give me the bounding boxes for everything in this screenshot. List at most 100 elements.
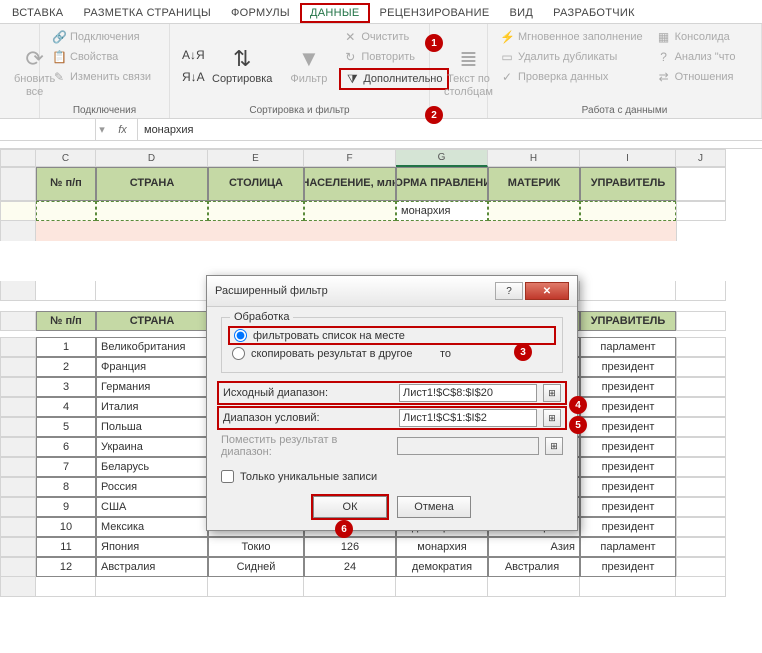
cell[interactable]: президент bbox=[580, 357, 676, 377]
cell[interactable]: 6 bbox=[36, 437, 96, 457]
criteria-cell[interactable] bbox=[208, 201, 304, 221]
cell[interactable]: 12 bbox=[36, 557, 96, 577]
sort-button[interactable]: ⇅Сортировка bbox=[206, 28, 278, 103]
tab-data[interactable]: ДАННЫЕ bbox=[300, 3, 370, 23]
criteria-header[interactable]: № п/п bbox=[36, 167, 96, 201]
radio-copy-to[interactable]: скопировать результат в другое то 3 bbox=[232, 345, 552, 362]
cell[interactable]: 3 bbox=[36, 377, 96, 397]
cell[interactable]: президент bbox=[580, 377, 676, 397]
fx-button[interactable]: fx bbox=[108, 119, 138, 140]
cell[interactable]: Токио bbox=[208, 537, 304, 557]
relationships-button[interactable]: ⇄Отношения bbox=[653, 68, 740, 86]
cell[interactable]: 24 bbox=[304, 557, 396, 577]
cell[interactable]: 7 bbox=[36, 457, 96, 477]
cell[interactable]: Германия bbox=[96, 377, 208, 397]
cell[interactable]: 4 bbox=[36, 397, 96, 417]
dialog-help-button[interactable]: ? bbox=[495, 282, 523, 300]
cell[interactable]: Мексика bbox=[96, 517, 208, 537]
cell[interactable]: президент bbox=[580, 517, 676, 537]
tab-formulas[interactable]: ФОРМУЛЫ bbox=[221, 3, 300, 23]
cell[interactable]: демократия bbox=[396, 557, 488, 577]
name-box-dropdown[interactable]: ▾ bbox=[96, 123, 108, 136]
cell[interactable]: Италия bbox=[96, 397, 208, 417]
cell[interactable]: Польша bbox=[96, 417, 208, 437]
unique-checkbox[interactable] bbox=[221, 470, 234, 483]
cell[interactable]: президент bbox=[580, 477, 676, 497]
connections-button[interactable]: 🔗Подключения bbox=[48, 28, 155, 46]
tab-review[interactable]: РЕЦЕНЗИРОВАНИЕ bbox=[370, 3, 500, 23]
data-validation-button[interactable]: ✓Проверка данных bbox=[496, 68, 647, 86]
cell[interactable]: Франция bbox=[96, 357, 208, 377]
what-if-button[interactable]: ?Анализ "что bbox=[653, 48, 740, 66]
criteria-header[interactable]: УПРАВИТЕЛЬ bbox=[580, 167, 676, 201]
criteria-header[interactable]: СТОЛИЦА bbox=[208, 167, 304, 201]
cell[interactable]: парламент bbox=[580, 537, 676, 557]
table-header[interactable]: СТРАНА bbox=[96, 311, 208, 331]
cell[interactable]: Великобритания bbox=[96, 337, 208, 357]
dialog-titlebar[interactable]: Расширенный фильтр ? ✕ bbox=[207, 276, 577, 307]
cell[interactable]: 5 bbox=[36, 417, 96, 437]
criteria-cell-active[interactable]: монархия bbox=[396, 201, 488, 221]
ok-button[interactable]: ОК bbox=[313, 496, 387, 518]
cell[interactable]: монархия bbox=[396, 537, 488, 557]
cell[interactable]: Азия bbox=[488, 537, 580, 557]
flash-fill-button[interactable]: ⚡Мгновенное заполнение bbox=[496, 28, 647, 46]
source-range-picker[interactable]: ⊞ bbox=[543, 384, 561, 402]
sort-az-button[interactable]: А↓Я bbox=[178, 46, 200, 64]
col-header-h[interactable]: H bbox=[488, 149, 580, 167]
cell[interactable]: 126 bbox=[304, 537, 396, 557]
criteria-header[interactable]: ФОРМА ПРАВЛЕНИЯ bbox=[396, 167, 488, 201]
formula-input[interactable]: монархия bbox=[138, 119, 762, 140]
cell[interactable]: Россия bbox=[96, 477, 208, 497]
tab-page-layout[interactable]: РАЗМЕТКА СТРАНИЦЫ bbox=[73, 3, 221, 23]
cell[interactable]: 10 bbox=[36, 517, 96, 537]
table-header[interactable]: № п/п bbox=[36, 311, 96, 331]
cell[interactable]: президент bbox=[580, 437, 676, 457]
source-range-input[interactable]: Лист1!$C$8:$I$20 bbox=[399, 384, 537, 402]
cell[interactable]: 2 bbox=[36, 357, 96, 377]
col-header-i[interactable]: I bbox=[580, 149, 676, 167]
cell[interactable]: 9 bbox=[36, 497, 96, 517]
cell[interactable]: президент bbox=[580, 397, 676, 417]
cell[interactable]: 1 bbox=[36, 337, 96, 357]
criteria-cell[interactable] bbox=[96, 201, 208, 221]
tab-view[interactable]: ВИД bbox=[500, 3, 544, 23]
tab-insert[interactable]: ВСТАВКА bbox=[2, 3, 73, 23]
cell[interactable]: Украина bbox=[96, 437, 208, 457]
col-header-f[interactable]: F bbox=[304, 149, 396, 167]
radio-copy-to-input[interactable] bbox=[232, 347, 245, 360]
cancel-button[interactable]: Отмена bbox=[397, 496, 471, 518]
criteria-header[interactable]: НАСЕЛЕНИЕ, млн bbox=[304, 167, 396, 201]
dialog-close-button[interactable]: ✕ bbox=[525, 282, 569, 300]
cell[interactable]: 8 bbox=[36, 477, 96, 497]
col-header-j[interactable]: J bbox=[676, 149, 726, 167]
filter-button[interactable]: ▼Фильтр bbox=[284, 28, 333, 103]
criteria-cell[interactable] bbox=[36, 201, 96, 221]
criteria-range-input[interactable]: Лист1!$C$1:$I$2 bbox=[399, 409, 537, 427]
cell[interactable]: США bbox=[96, 497, 208, 517]
radio-filter-in-place[interactable]: фильтровать список на месте bbox=[228, 326, 556, 345]
criteria-cell[interactable] bbox=[304, 201, 396, 221]
tab-developer[interactable]: РАЗРАБОТЧИК bbox=[543, 3, 645, 23]
col-header-d[interactable]: D bbox=[96, 149, 208, 167]
cell[interactable]: Япония bbox=[96, 537, 208, 557]
remove-duplicates-button[interactable]: ▭Удалить дубликаты bbox=[496, 48, 647, 66]
criteria-header[interactable]: СТРАНА bbox=[96, 167, 208, 201]
name-box[interactable] bbox=[0, 119, 96, 140]
unique-row[interactable]: Только уникальные записи bbox=[221, 467, 563, 486]
cell[interactable]: Беларусь bbox=[96, 457, 208, 477]
consolidate-button[interactable]: ▦Консолида bbox=[653, 28, 740, 46]
criteria-cell[interactable] bbox=[488, 201, 580, 221]
properties-button[interactable]: 📋Свойства bbox=[48, 48, 155, 66]
edit-links-button[interactable]: ✎Изменить связи bbox=[48, 68, 155, 86]
cell[interactable]: Австралия bbox=[96, 557, 208, 577]
criteria-header[interactable]: МАТЕРИК bbox=[488, 167, 580, 201]
cell[interactable]: президент bbox=[580, 497, 676, 517]
cell[interactable]: Сидней bbox=[208, 557, 304, 577]
cell[interactable]: президент bbox=[580, 417, 676, 437]
sort-za-button[interactable]: Я↓А bbox=[178, 68, 200, 86]
select-all-corner[interactable] bbox=[0, 149, 36, 167]
col-header-g[interactable]: G bbox=[396, 149, 488, 167]
cell[interactable]: Австралия bbox=[488, 557, 580, 577]
radio-filter-in-place-input[interactable] bbox=[234, 329, 247, 342]
